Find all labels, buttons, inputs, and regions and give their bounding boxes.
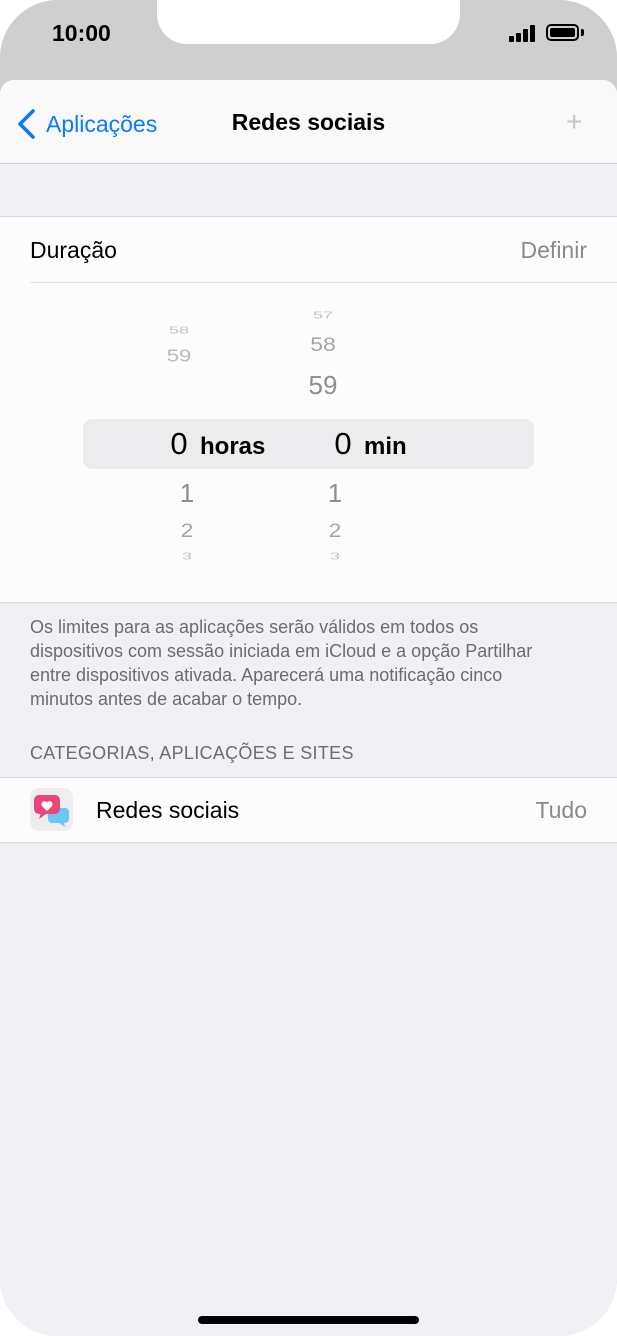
social-networks-icon (30, 788, 73, 831)
cellular-signal-icon (509, 24, 537, 42)
section-header: CATEGORIAS, APLICAÇÕES E SITES (30, 743, 354, 763)
minutes-option[interactable]: 2 (305, 519, 365, 542)
battery-icon (546, 24, 579, 41)
duration-row[interactable]: Duração Definir (0, 217, 617, 283)
duration-label: Duração (30, 237, 117, 263)
app-limit-sheet: Aplicações Redes sociais + Duração Defin… (0, 80, 617, 1336)
hours-option[interactable]: 3 (157, 551, 217, 563)
minutes-option[interactable]: 57 (293, 310, 353, 322)
duration-value: Definir (520, 237, 587, 263)
hours-option[interactable]: 58 (149, 325, 209, 337)
notch (157, 0, 460, 44)
limits-footnote: Os limites para as aplicações serão váli… (30, 617, 533, 709)
page-title: Redes sociais (231, 109, 386, 135)
hours-unit-label: horas (200, 433, 266, 460)
battery-cap (581, 29, 584, 36)
hours-option[interactable]: 1 (157, 478, 217, 509)
navigation-bar: Aplicações Redes sociais + (0, 80, 617, 164)
time-picker[interactable]: 58 59 0 1 2 3 horas 57 58 59 0 1 2 3 min (0, 283, 617, 603)
hours-option[interactable]: 59 (149, 346, 209, 367)
status-time: 10:00 (52, 20, 111, 46)
phone-screen: 10:00 Aplicações Redes sociais + Duração… (0, 0, 617, 1336)
add-button[interactable]: + (566, 106, 582, 138)
duration-group: Duração Definir 58 59 0 1 2 3 horas 57 5… (0, 216, 617, 603)
category-label: Redes sociais (96, 797, 240, 823)
category-value: Tudo (535, 797, 587, 823)
minutes-option[interactable]: 59 (293, 370, 353, 401)
hours-option[interactable]: 2 (157, 519, 217, 542)
minutes-unit-label: min (364, 433, 407, 460)
home-indicator[interactable] (198, 1316, 419, 1324)
minutes-option[interactable]: 1 (305, 478, 365, 509)
minutes-option[interactable]: 58 (293, 333, 353, 356)
status-bar: 10:00 (0, 0, 617, 80)
category-row-social[interactable]: Redes sociais Tudo (0, 777, 617, 843)
minutes-option[interactable]: 3 (305, 551, 365, 563)
